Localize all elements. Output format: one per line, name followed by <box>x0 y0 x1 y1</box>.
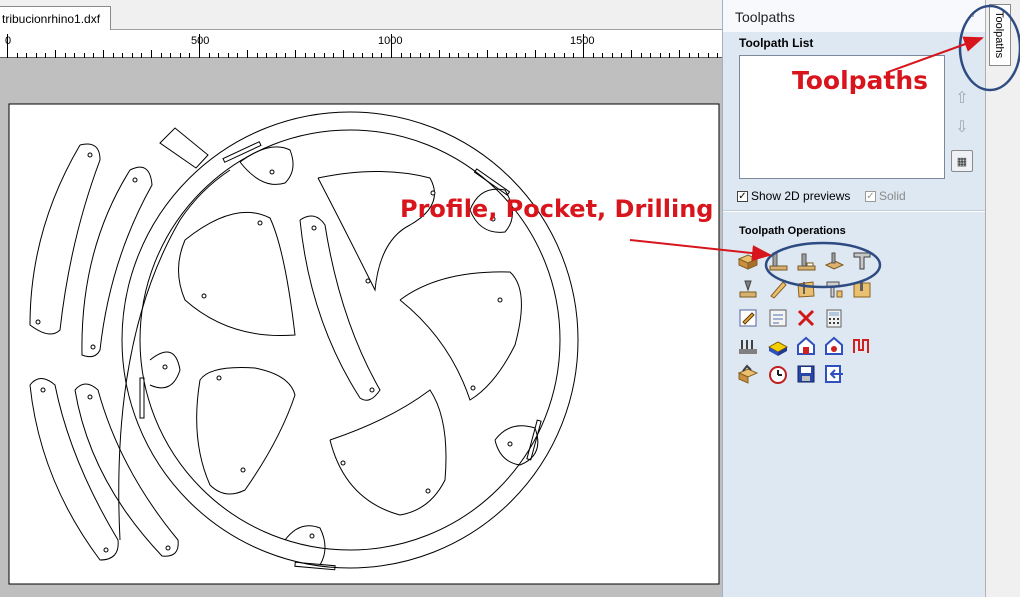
arrow-down-icon: ⇩ <box>955 119 969 136</box>
horizontal-ruler: 0 500 1000 1500 <box>0 30 722 58</box>
delete-toolpath-icon[interactable] <box>795 307 817 329</box>
tool-database-icon[interactable] <box>737 335 759 357</box>
save-toolpath-icon[interactable] <box>795 363 817 385</box>
side-tab-strip: Toolpaths <box>985 0 1020 597</box>
solid-checkbox[interactable]: ✓ Solid <box>865 188 906 204</box>
drilling-toolpath-icon[interactable] <box>823 250 845 272</box>
nesting-icon[interactable] <box>851 335 873 357</box>
show-2d-previews-checkbox[interactable]: ✓ Show 2D previews <box>737 188 850 204</box>
ruler-label-0: 0 <box>5 35 11 47</box>
toolpath-summary-icon[interactable] <box>823 307 845 329</box>
estimate-time-icon[interactable] <box>767 363 789 385</box>
v-carve-toolpath-icon[interactable] <box>737 278 759 300</box>
toolpaths-side-tab[interactable]: Toolpaths <box>989 4 1011 66</box>
profile-toolpath-icon[interactable] <box>767 250 789 272</box>
toolpath-list-title: Toolpath List <box>739 36 814 50</box>
annotation-operations-label: Profile, Pocket, Drilling <box>400 195 714 223</box>
ruler-label-1000: 1000 <box>378 35 402 47</box>
ruler-label-500: 500 <box>191 35 209 47</box>
move-down-button[interactable]: ⇩ <box>951 117 973 139</box>
solid-label: Solid <box>879 189 906 203</box>
engraving-toolpath-icon[interactable] <box>851 250 873 272</box>
ruler-ticks: 0 500 1000 1500 <box>5 34 718 58</box>
material-sheet <box>8 103 720 585</box>
drawing-canvas[interactable] <box>0 58 722 597</box>
checkbox-check-icon: ✓ <box>737 190 748 202</box>
annotation-toolpaths-label: Toolpaths <box>792 66 929 95</box>
material-setup-icon[interactable] <box>737 250 759 272</box>
preview-selected-icon[interactable] <box>767 335 789 357</box>
pocket-toolpath-icon[interactable] <box>795 250 817 272</box>
panel-separator <box>723 210 986 212</box>
show-2d-previews-label: Show 2D previews <box>751 189 851 203</box>
prism-toolpath-icon[interactable] <box>795 278 817 300</box>
document-tab-bar: tribucionrhino1.dxf <box>0 0 722 31</box>
document-area: tribucionrhino1.dxf 0 500 1000 1500 <box>0 0 722 597</box>
moulding-toolpath-icon[interactable] <box>823 278 845 300</box>
ruler-label-1500: 1500 <box>570 35 594 47</box>
drawing-svg <box>8 103 720 585</box>
inlay-toolpath-icon[interactable] <box>851 278 873 300</box>
document-tab[interactable]: tribucionrhino1.dxf <box>0 6 111 31</box>
move-up-button[interactable]: ⇧ <box>951 88 973 110</box>
calculator-icon: ▦ <box>956 156 968 168</box>
checkbox-check-icon: ✓ <box>865 190 876 202</box>
fluting-toolpath-icon[interactable] <box>767 278 789 300</box>
material-solid-icon[interactable] <box>737 363 759 385</box>
edit-toolpath-icon[interactable] <box>737 307 759 329</box>
panel-title: Toolpaths <box>723 0 986 32</box>
toolpath-template-icon[interactable] <box>767 307 789 329</box>
toolpath-operations-title: Toolpath Operations <box>739 225 846 237</box>
preview-all-icon[interactable] <box>795 335 817 357</box>
export-toolpath-icon[interactable] <box>823 363 845 385</box>
reset-preview-icon[interactable] <box>823 335 845 357</box>
toolpaths-side-tab-label: Toolpaths <box>993 11 1005 59</box>
calculate-button[interactable]: ▦ <box>951 150 973 172</box>
arrow-up-icon: ⇧ <box>955 90 969 107</box>
pin-icon[interactable]: ▫ <box>971 10 974 20</box>
